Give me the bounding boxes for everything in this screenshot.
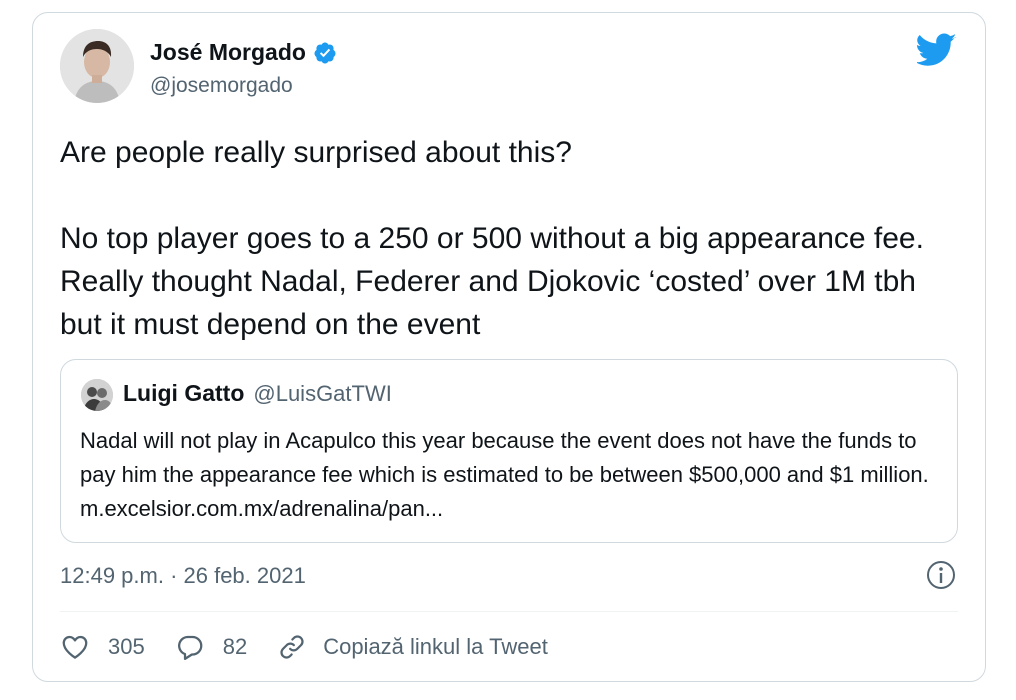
author-handle[interactable]: @josemorgado: [150, 74, 293, 98]
heart-icon: [62, 635, 88, 659]
author-avatar[interactable]: [60, 29, 134, 103]
like-count: 305: [108, 634, 145, 659]
tweet-card[interactable]: José Morgado @josemorgado Are people rea…: [32, 12, 986, 682]
reply-count: 82: [222, 634, 248, 659]
like-button[interactable]: 305: [60, 632, 145, 662]
copy-link-button[interactable]: Copiază linkul la Tweet: [277, 632, 548, 662]
divider: [60, 611, 958, 612]
author-name[interactable]: José Morgado: [150, 39, 306, 66]
quoted-tweet-text: Nadal will not play in Acapulco this yea…: [80, 428, 929, 521]
copy-link-label: Copiază linkul la Tweet: [323, 634, 548, 659]
link-icon: [280, 635, 304, 659]
reply-bubble-icon: [177, 635, 203, 660]
quoted-tweet[interactable]: Luigi Gatto @LuisGatTWI Nadal will not p…: [60, 359, 958, 543]
twitter-bird-icon[interactable]: [917, 33, 957, 67]
verified-badge-icon: [314, 42, 336, 63]
quoted-author-name: Luigi Gatto: [123, 380, 245, 406]
tweet-timestamp[interactable]: 12:49 p.m. · 26 feb. 2021: [60, 563, 306, 589]
tweet-text: Are people really surprised about this? …: [60, 136, 924, 341]
reply-button[interactable]: 82: [175, 632, 247, 662]
quoted-author-avatar: [81, 379, 113, 411]
tweet-actions: 305 82 Copiază linkul la Tweet: [60, 625, 578, 669]
info-icon[interactable]: [925, 559, 957, 591]
quoted-author-handle: @LuisGatTWI: [253, 381, 392, 406]
